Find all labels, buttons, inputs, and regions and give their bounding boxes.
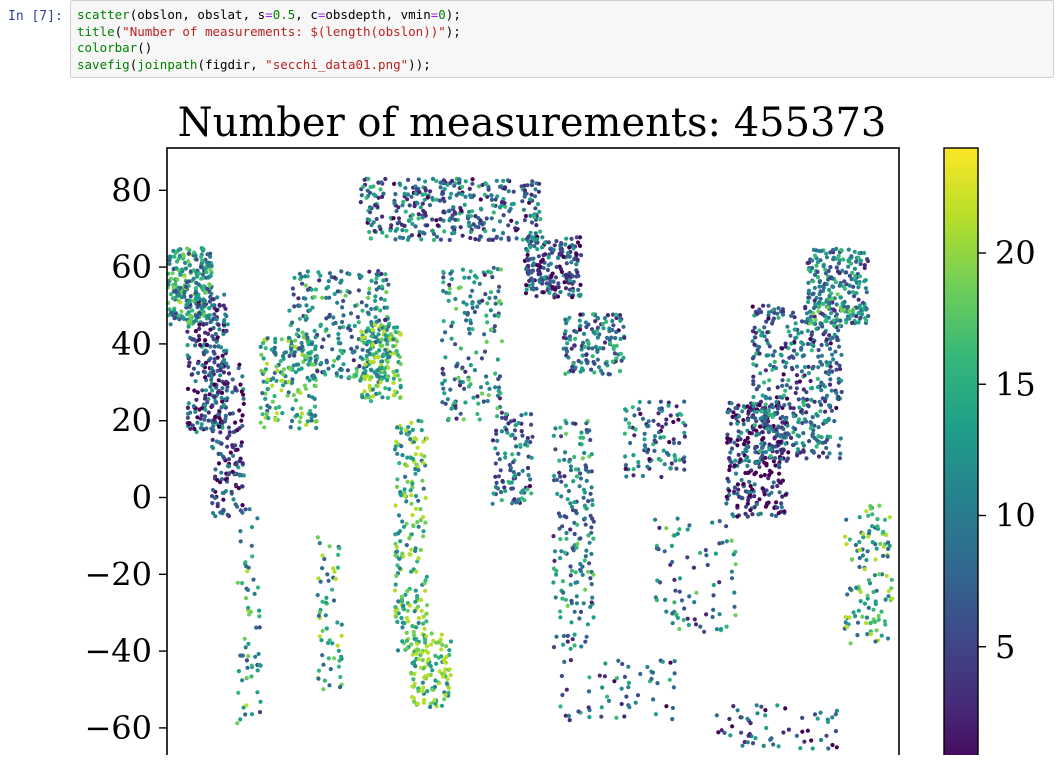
y-tick-label: −40	[84, 632, 152, 670]
y-tick-label: 60	[111, 248, 152, 286]
colorbar-tick-label: 10	[995, 497, 1036, 535]
code-token: );	[445, 23, 461, 39]
colorbar-axis: 20 15 10 5	[978, 234, 1036, 666]
code-line: savefig(joinpath(figdir, "secchi_data01.…	[77, 57, 1047, 74]
y-tick-label: −60	[84, 709, 152, 747]
y-tick-label: 0	[132, 479, 152, 517]
code-token: 0	[438, 7, 446, 22]
code-token: (obslon, obslat, s	[129, 7, 266, 22]
code-token: obsdepth, vmin	[325, 7, 431, 22]
code-token: "secchi_data01.png"	[265, 56, 409, 72]
code-token: , c	[295, 7, 318, 22]
cell-prompt: In [7]:	[8, 9, 63, 24]
y-tick-label: −20	[84, 555, 152, 593]
colorbar-tick-label: 20	[995, 234, 1036, 272]
y-tick-label: 20	[111, 402, 152, 440]
code-token: "Number of measurements: $(length(obslon…	[122, 23, 446, 39]
code-token: scatter	[77, 7, 130, 22]
code-token: =	[265, 7, 273, 22]
code-line: scatter(obslon, obslat, s=0.5, c=obsdept…	[77, 7, 1047, 24]
scatter-figure: Number of measurements: 455373 80 60 40 20 0…	[84, 100, 1036, 760]
code-token: ));	[408, 56, 431, 72]
y-tick-label: 80	[111, 171, 152, 209]
code-cell-input[interactable]: scatter(obslon, obslat, s=0.5, c=obsdept…	[70, 0, 1054, 78]
y-axis: 80 60 40 20 0 −20 −40 −60	[84, 171, 167, 747]
code-token: joinpath	[137, 56, 198, 72]
cell-output: Number of measurements: 455373 80 60 40 20 0…	[0, 86, 1057, 760]
code-line: colorbar()	[77, 40, 1047, 57]
code-token: savefig	[77, 56, 130, 72]
code-token: ()	[137, 40, 153, 55]
code-line: title("Number of measurements: $(length(…	[77, 24, 1047, 41]
code-token: (figdir,	[197, 56, 266, 72]
chart-title: Number of measurements: 455373	[178, 100, 887, 146]
scatter-points	[165, 176, 895, 751]
code-token: title	[77, 23, 115, 39]
colorbar-tick-label: 5	[995, 628, 1015, 666]
colorbar-tick-label: 15	[995, 365, 1036, 403]
code-token: );	[445, 7, 461, 22]
code-token: 0.5	[272, 7, 296, 22]
code-token: colorbar	[77, 40, 138, 55]
y-tick-label: 40	[111, 325, 152, 363]
colorbar	[943, 147, 979, 760]
